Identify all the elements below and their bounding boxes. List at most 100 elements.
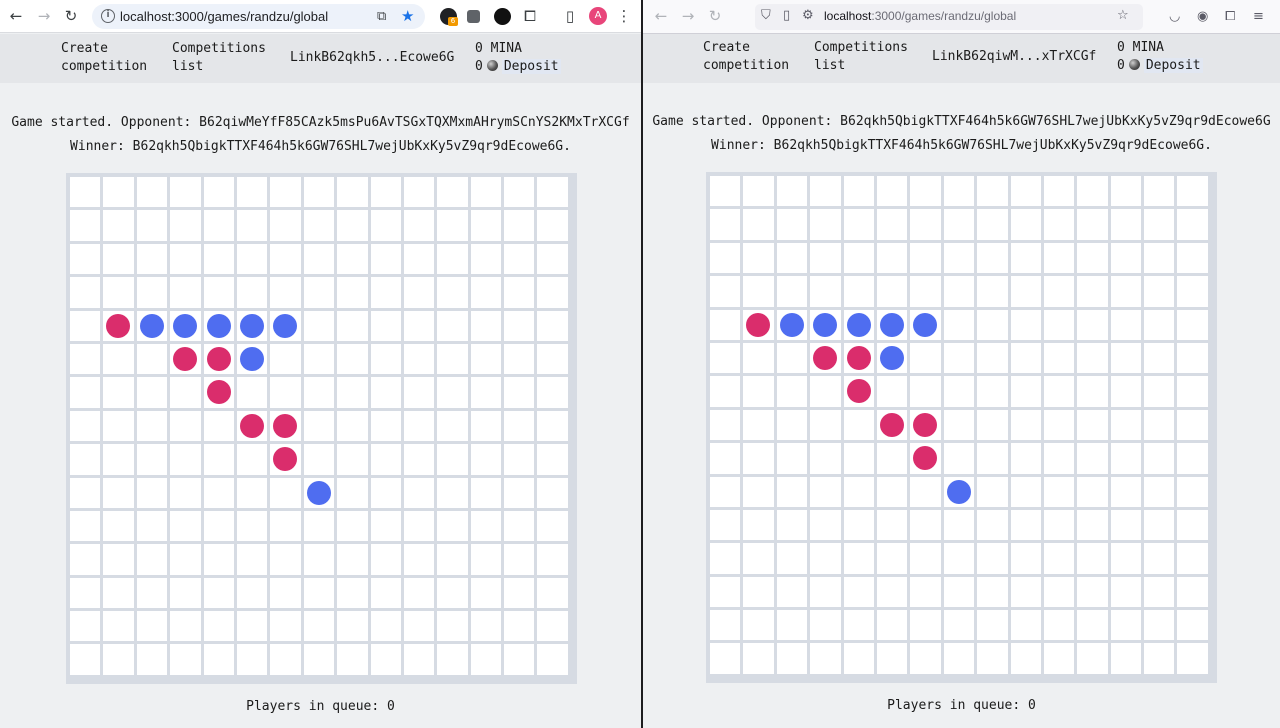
board-cell[interactable] <box>710 643 741 674</box>
board-cell[interactable] <box>743 476 774 507</box>
board-cell[interactable] <box>470 210 502 241</box>
board-cell[interactable] <box>370 644 401 675</box>
board-cell[interactable] <box>1043 643 1075 674</box>
board-cell[interactable] <box>1144 643 1175 674</box>
board-cell[interactable] <box>504 577 535 609</box>
board-cell[interactable] <box>977 376 1008 407</box>
board-cell[interactable] <box>203 544 234 575</box>
board-cell[interactable] <box>504 377 535 408</box>
board-cell[interactable] <box>810 643 841 674</box>
board-cell[interactable] <box>303 510 335 542</box>
board-cell[interactable] <box>470 544 502 575</box>
board-cell[interactable] <box>1177 242 1208 274</box>
board-cell[interactable] <box>1077 242 1108 274</box>
board-cell[interactable] <box>170 611 201 642</box>
board-cell[interactable] <box>876 276 908 307</box>
address-bar[interactable]: i localhost:3000/games/randzu/global ⧉ ★ <box>92 4 425 29</box>
board-cell[interactable] <box>236 577 268 609</box>
board-cell[interactable] <box>103 444 134 475</box>
board-cell[interactable] <box>403 611 435 642</box>
board-cell[interactable] <box>810 610 841 641</box>
board-cell[interactable] <box>810 242 841 274</box>
board-cell[interactable] <box>70 177 101 208</box>
board-cell[interactable] <box>337 277 368 308</box>
board-cell[interactable] <box>470 177 502 208</box>
board-cell[interactable] <box>236 210 268 241</box>
board-cell[interactable] <box>103 277 134 308</box>
board-cell[interactable] <box>1010 576 1041 608</box>
reload-icon[interactable]: ↻ <box>61 6 81 26</box>
board-cell[interactable] <box>910 209 941 240</box>
board-cell[interactable] <box>1177 509 1208 541</box>
board-cell[interactable] <box>136 377 168 408</box>
board-cell[interactable] <box>1110 409 1142 441</box>
board-cell[interactable] <box>236 444 268 475</box>
board-cell[interactable] <box>710 176 741 207</box>
board-cell[interactable] <box>843 610 874 641</box>
board-cell[interactable] <box>843 443 874 474</box>
board-cell[interactable] <box>504 343 535 375</box>
board-cell[interactable] <box>710 409 741 441</box>
board-cell[interactable] <box>504 277 535 308</box>
board-cell[interactable] <box>1043 443 1075 474</box>
board-cell[interactable] <box>876 209 908 240</box>
board-cell[interactable] <box>1177 543 1208 574</box>
board-cell[interactable] <box>710 476 741 507</box>
board-cell[interactable] <box>370 177 401 208</box>
board-cell[interactable] <box>337 243 368 275</box>
board-cell[interactable] <box>1010 409 1041 441</box>
board-cell[interactable] <box>977 309 1008 340</box>
board-cell[interactable] <box>403 444 435 475</box>
board-cell[interactable] <box>470 243 502 275</box>
board-cell[interactable] <box>977 209 1008 240</box>
board-cell[interactable] <box>1144 276 1175 307</box>
board-cell[interactable] <box>1144 576 1175 608</box>
board-cell[interactable] <box>504 611 535 642</box>
deposit-button[interactable]: Deposit <box>1143 58 1203 73</box>
board-cell[interactable] <box>437 577 468 609</box>
board-cell[interactable] <box>537 644 568 675</box>
cube-extension-icon[interactable] <box>467 10 480 23</box>
board-cell[interactable] <box>470 611 502 642</box>
page-info-icon[interactable]: ▯ <box>783 6 790 26</box>
board-cell[interactable] <box>537 310 568 341</box>
board-cell[interactable] <box>1043 309 1075 340</box>
board-cell[interactable] <box>170 477 201 508</box>
board-cell[interactable] <box>1010 376 1041 407</box>
board-cell[interactable] <box>136 644 168 675</box>
board-cell[interactable] <box>1177 610 1208 641</box>
board-cell[interactable] <box>1010 309 1041 340</box>
board-cell[interactable] <box>70 644 101 675</box>
board-cell[interactable] <box>1077 209 1108 240</box>
board-cell[interactable] <box>1110 309 1142 340</box>
board-cell[interactable] <box>70 343 101 375</box>
board-cell[interactable] <box>1177 342 1208 374</box>
board-cell[interactable] <box>270 444 301 475</box>
board-cell[interactable] <box>977 643 1008 674</box>
board-cell[interactable] <box>103 644 134 675</box>
board-cell[interactable] <box>437 444 468 475</box>
board-cell[interactable] <box>403 477 435 508</box>
board-cell[interactable] <box>403 177 435 208</box>
board-cell[interactable] <box>1177 309 1208 340</box>
board-cell[interactable] <box>203 243 234 275</box>
board-cell[interactable] <box>977 176 1008 207</box>
board-cell[interactable] <box>170 410 201 442</box>
board-cell[interactable] <box>843 276 874 307</box>
board-cell[interactable] <box>437 377 468 408</box>
board-cell[interactable] <box>810 509 841 541</box>
board-cell[interactable] <box>370 410 401 442</box>
board-cell[interactable] <box>910 342 941 374</box>
board-cell[interactable] <box>270 611 301 642</box>
dark-extension-icon[interactable] <box>494 8 511 25</box>
board-cell[interactable] <box>1144 610 1175 641</box>
board-cell[interactable] <box>776 276 808 307</box>
board-cell[interactable] <box>437 310 468 341</box>
board-cell[interactable] <box>103 611 134 642</box>
board-cell[interactable] <box>1077 643 1108 674</box>
board-cell[interactable] <box>537 410 568 442</box>
board-cell[interactable] <box>943 376 975 407</box>
board-cell[interactable] <box>270 477 301 508</box>
board-cell[interactable] <box>103 343 134 375</box>
board-cell[interactable] <box>1177 443 1208 474</box>
